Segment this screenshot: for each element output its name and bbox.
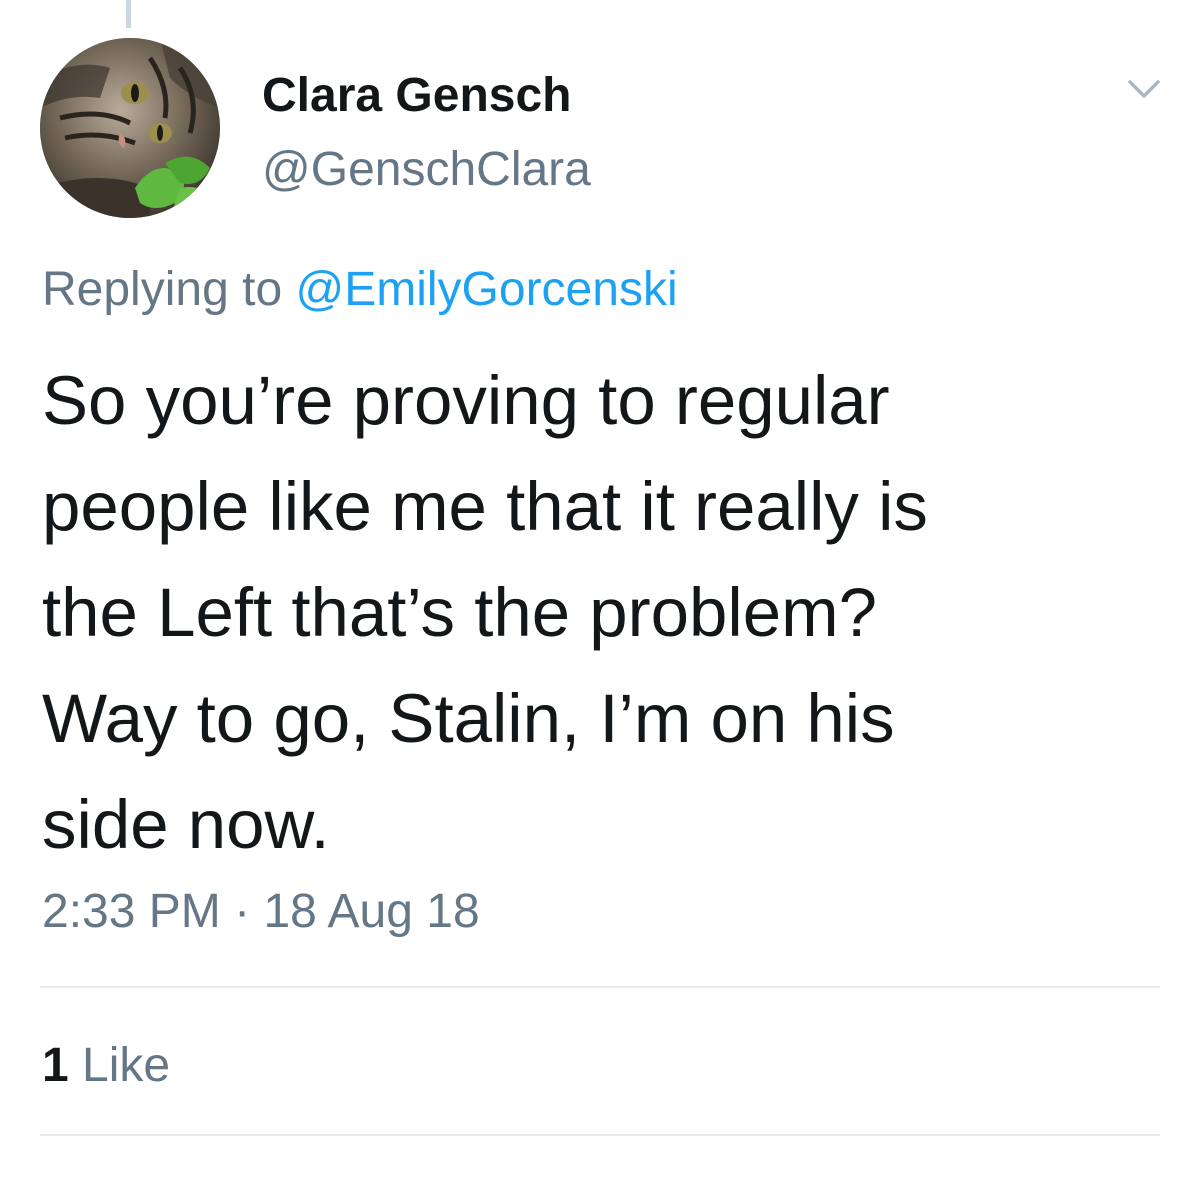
avatar[interactable] — [40, 38, 220, 218]
cat-avatar-icon — [40, 38, 220, 218]
reply-mention-link[interactable]: @EmilyGorcenski — [295, 263, 677, 316]
likes-count-link[interactable]: 1 Like — [42, 1038, 170, 1093]
tweet-text-line: So you’re proving to regular — [42, 362, 890, 439]
chevron-down-icon — [1128, 80, 1160, 98]
tweet-text: So you’re proving to regular people like… — [42, 348, 1162, 878]
tweet-time: 2:33 PM — [42, 885, 221, 938]
tweet-text-line: the Left that’s the problem? — [42, 574, 877, 651]
tweet-date: 18 Aug 18 — [263, 885, 480, 938]
reply-context: Replying to @EmilyGorcenski — [42, 262, 678, 317]
likes-label: Like — [82, 1039, 171, 1092]
tweet-timestamp[interactable]: 2:33 PM · 18 Aug 18 — [42, 884, 480, 939]
reply-context-prefix: Replying to — [42, 263, 283, 316]
tweet-text-line: Way to go, Stalin, I’m on his — [42, 680, 895, 757]
thread-connector-line — [126, 0, 131, 28]
tweet-menu-button[interactable] — [1124, 74, 1164, 104]
divider — [40, 986, 1160, 988]
divider — [40, 1134, 1160, 1136]
tweet-text-line: side now. — [42, 786, 330, 863]
tweet-text-line: people like me that it really is — [42, 468, 928, 545]
author-handle[interactable]: @GenschClara — [262, 142, 591, 197]
timestamp-separator: · — [234, 885, 251, 938]
author-display-name[interactable]: Clara Gensch — [262, 68, 571, 123]
likes-count: 1 — [42, 1039, 69, 1092]
